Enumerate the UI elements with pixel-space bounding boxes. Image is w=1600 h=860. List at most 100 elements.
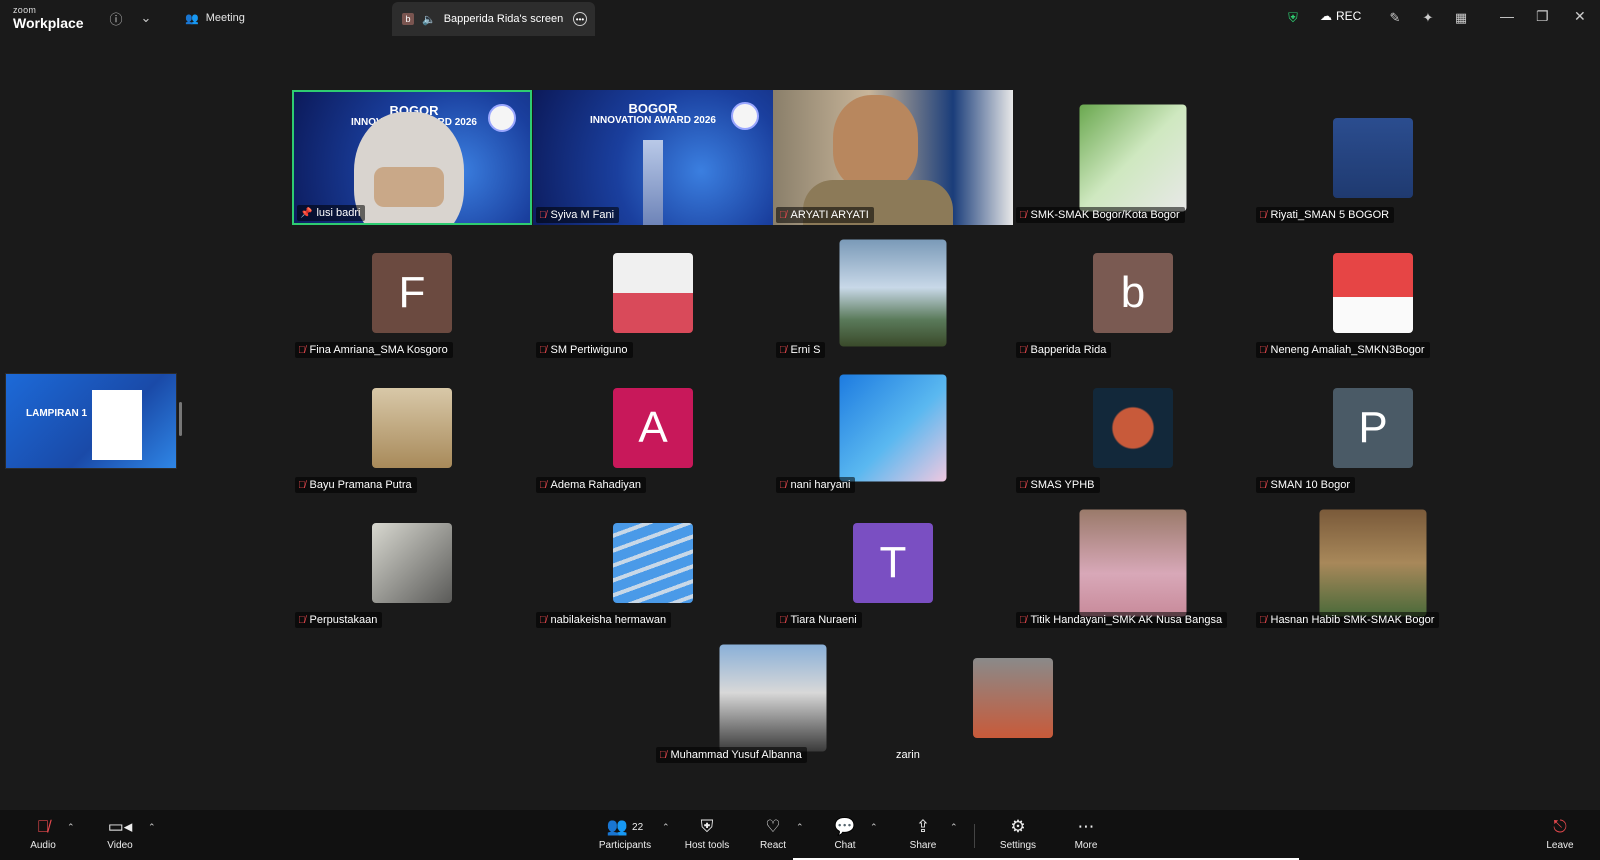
participant-photo: [372, 387, 452, 468]
participant-tile[interactable]: P 🎙̸ SMAN 10 Bogor: [1253, 360, 1493, 495]
participant-name-tag: 🎙̸ SM Pertiwiguno: [536, 342, 633, 358]
participant-name-tag: 🎙̸ nani haryani: [776, 477, 856, 493]
muted-mic-icon: 🎙̸: [36, 817, 50, 836]
info-icon[interactable]: ⓘ: [106, 8, 126, 28]
participant-name-tag: 🎙̸ Fina Amriana_SMA Kosgoro: [295, 342, 453, 358]
video-feed: BOGOR INNOVATION AWARD 2026: [533, 90, 773, 225]
tab-meeting[interactable]: 👥 Meeting: [175, 0, 255, 36]
participant-name: Muhammad Yusuf Albanna: [670, 749, 802, 761]
video-options-caret[interactable]: ⌃: [148, 822, 156, 833]
participant-tile[interactable]: 🎙̸ SM Pertiwiguno: [533, 225, 773, 360]
participant-tile[interactable]: T 🎙̸ Tiara Nuraeni: [773, 495, 1013, 630]
participant-tile[interactable]: 🎙̸ Riyati_SMAN 5 BOGOR: [1253, 90, 1493, 225]
person-face: [833, 95, 918, 190]
participant-tile[interactable]: 🎙̸ Neneng Amaliah_SMKN3Bogor: [1253, 225, 1493, 360]
participant-name: Fina Amriana_SMA Kosgoro: [309, 344, 448, 356]
participant-tile[interactable]: 🎙̸ Titik Handayani_SMK AK Nusa Bangsa: [1013, 495, 1253, 630]
participant-tile[interactable]: 🎙̸ SMAS YPHB: [1013, 360, 1253, 495]
more-button[interactable]: ⋯ More: [1051, 816, 1121, 856]
close-icon[interactable]: ✕: [1574, 8, 1586, 25]
more-label: More: [1074, 840, 1098, 851]
participant-tile[interactable]: BOGOR INNOVATION AWARD 2026 🎙̸ Syiva M Fa…: [533, 90, 773, 225]
react-label: React: [759, 840, 787, 851]
chevron-down-icon[interactable]: ⌄: [136, 8, 156, 28]
video-button[interactable]: ▭◂ Video: [85, 816, 155, 856]
participant-name: Tiara Nuraeni: [790, 614, 857, 626]
participant-tile[interactable]: F 🎙̸ Fina Amriana_SMA Kosgoro: [292, 225, 532, 360]
participants-button[interactable]: 👥 22 Participants: [585, 816, 665, 856]
minimize-icon[interactable]: —: [1500, 8, 1514, 24]
participant-avatar: F: [372, 252, 452, 333]
participant-tile[interactable]: 🎙̸ Hasnan Habib SMK-SMAK Bogor: [1253, 495, 1493, 630]
participant-photo: [1333, 117, 1413, 198]
tab-shared-screen[interactable]: b 🔈 Bapperida Rida's screen •••: [392, 2, 595, 36]
host-tools-button[interactable]: ⛨ Host tools: [672, 816, 742, 856]
participant-name: Syiva M Fani: [550, 209, 615, 221]
participant-avatar: A: [613, 387, 693, 468]
participant-tile[interactable]: zarin: [893, 630, 1133, 765]
sparkle-icon[interactable]: ✦: [1418, 8, 1438, 28]
participant-tile[interactable]: 🎙̸ ARYATI ARYATI: [773, 90, 1013, 225]
participant-name-tag: 🎙̸ Neneng Amaliah_SMKN3Bogor: [1256, 342, 1430, 358]
muted-mic-icon: 🎙̸: [1019, 209, 1027, 221]
share-screen-icon: ⇪: [915, 817, 931, 836]
participant-tile[interactable]: A 🎙̸ Adema Rahadiyan: [533, 360, 773, 495]
shared-screen-thumbnail[interactable]: LAMPIRAN 1: [5, 373, 177, 469]
participant-name: Bayu Pramana Putra: [309, 479, 412, 491]
participant-photo: [973, 657, 1053, 738]
pencil-icon[interactable]: ✎: [1385, 8, 1405, 28]
participant-photo: [372, 522, 452, 603]
participant-name: Hasnan Habib SMK-SMAK Bogor: [1270, 614, 1435, 626]
participants-label: Participants: [598, 840, 652, 851]
participant-tile[interactable]: b 🎙̸ Bapperida Rida: [1013, 225, 1253, 360]
participant-tile[interactable]: 🎙̸ Bayu Pramana Putra: [292, 360, 532, 495]
muted-mic-icon: 🎙̸: [779, 209, 787, 221]
more-options-icon[interactable]: •••: [573, 12, 587, 26]
muted-mic-icon: 🎙̸: [1259, 614, 1267, 626]
participant-name-tag: 🎙̸ Hasnan Habib SMK-SMAK Bogor: [1256, 612, 1440, 628]
participant-name: nabilakeisha hermawan: [550, 614, 667, 626]
participants-icon: 👥 22: [606, 817, 644, 836]
brand-small: zoom: [13, 5, 37, 15]
participants-group-icon: 👥: [185, 12, 199, 25]
participant-photo: [613, 522, 693, 603]
audio-label: Audio: [30, 840, 56, 851]
recording-indicator[interactable]: ☁ REC: [1320, 9, 1361, 23]
brand-big: Workplace: [13, 15, 84, 31]
participant-tile[interactable]: 🎙̸ SMK-SMAK Bogor/Kota Bogor: [1013, 90, 1253, 225]
heart-icon: ♡: [765, 817, 781, 836]
layout-icon[interactable]: ▦: [1451, 8, 1471, 28]
participant-name: Bapperida Rida: [1030, 344, 1107, 356]
rec-label: REC: [1336, 9, 1362, 23]
participants-options-caret[interactable]: ⌃: [662, 822, 670, 833]
speaker-icon: 🔈: [422, 13, 436, 26]
gallery-view: LAMPIRAN 1 BOGOR INNOVATION AWARD 2026 📌…: [0, 36, 1600, 810]
participant-name: lusi badri: [316, 207, 361, 219]
resize-handle[interactable]: [179, 402, 182, 436]
participant-photo: [719, 644, 827, 751]
participant-tile[interactable]: 🎙̸ nani haryani: [773, 360, 1013, 495]
security-shield-icon[interactable]: ⛨: [1283, 8, 1303, 28]
participant-name: Titik Handayani_SMK AK Nusa Bangsa: [1030, 614, 1223, 626]
muted-mic-icon: 🎙̸: [1019, 614, 1027, 626]
share-button[interactable]: ⇪ Share: [888, 816, 958, 856]
participant-avatar: T: [853, 522, 933, 603]
share-options-caret[interactable]: ⌃: [950, 822, 958, 833]
react-options-caret[interactable]: ⌃: [796, 822, 804, 833]
participant-tile[interactable]: BOGOR INNOVATION AWARD 2026 📌lusi badri: [292, 90, 532, 225]
audio-options-caret[interactable]: ⌃: [67, 822, 75, 833]
settings-button[interactable]: ⚙ Settings: [983, 816, 1053, 856]
participant-tile[interactable]: 🎙̸ Muhammad Yusuf Albanna: [653, 630, 893, 765]
restore-icon[interactable]: ❐: [1536, 8, 1549, 25]
participant-photo: [1319, 509, 1427, 616]
participants-count: 22: [632, 821, 644, 833]
participant-name-tag: 🎙̸ Adema Rahadiyan: [536, 477, 647, 493]
chat-options-caret[interactable]: ⌃: [870, 822, 878, 833]
participant-name-tag: 🎙̸ Bayu Pramana Putra: [295, 477, 417, 493]
participant-tile[interactable]: 🎙̸ nabilakeisha hermawan: [533, 495, 773, 630]
leave-label: Leave: [1546, 840, 1574, 851]
award-badge-icon: [488, 104, 516, 132]
leave-button[interactable]: ⎋ Leave: [1525, 816, 1595, 856]
participant-tile[interactable]: 🎙̸ Erni S: [773, 225, 1013, 360]
participant-tile[interactable]: 🎙̸ Perpustakaan: [292, 495, 532, 630]
